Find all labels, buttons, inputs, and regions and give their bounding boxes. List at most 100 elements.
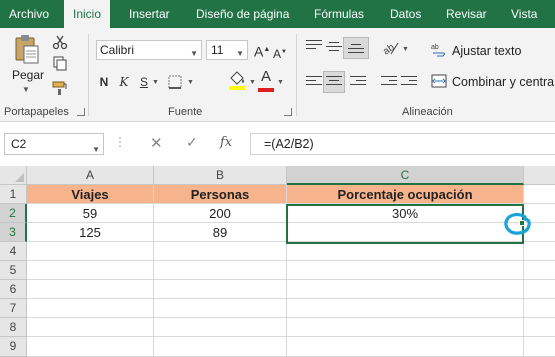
cell-empty[interactable] bbox=[287, 299, 524, 318]
group-label-alineacion: Alineación bbox=[402, 106, 453, 118]
cell-empty[interactable] bbox=[287, 242, 524, 261]
cell-empty[interactable] bbox=[524, 223, 555, 242]
paste-dropdown-icon[interactable]: ▼ bbox=[22, 85, 30, 94]
cell-empty[interactable] bbox=[287, 318, 524, 337]
orientation-dropdown-icon[interactable]: ▼ bbox=[402, 46, 409, 53]
format-painter-icon[interactable] bbox=[52, 80, 68, 96]
tab-datos[interactable]: Datos bbox=[390, 0, 421, 28]
align-right-icon[interactable] bbox=[350, 76, 366, 90]
cell-empty[interactable] bbox=[287, 261, 524, 280]
align-top-icon[interactable] bbox=[306, 40, 322, 54]
cell-empty[interactable] bbox=[524, 318, 555, 337]
wrap-text-icon[interactable]: ab bbox=[431, 42, 447, 58]
cell-empty[interactable] bbox=[27, 261, 154, 280]
cell-b1[interactable]: Personas bbox=[154, 185, 287, 204]
font-color-button[interactable]: A bbox=[259, 68, 273, 86]
cell-c2[interactable]: 30% bbox=[287, 204, 524, 223]
merge-center-icon[interactable] bbox=[431, 73, 447, 89]
cell-empty[interactable] bbox=[524, 337, 555, 357]
tab-revisar[interactable]: Revisar bbox=[446, 0, 487, 28]
underline-dropdown-icon[interactable]: ▼ bbox=[152, 79, 159, 86]
cell-empty[interactable] bbox=[154, 318, 287, 337]
bold-button[interactable]: N bbox=[97, 73, 111, 91]
underline-button[interactable]: S bbox=[137, 73, 151, 91]
decrease-indent-icon[interactable] bbox=[381, 76, 397, 90]
font-size-select[interactable]: 11 ▼ bbox=[206, 40, 248, 60]
column-header-a[interactable]: A bbox=[27, 166, 154, 185]
cell-empty[interactable] bbox=[27, 337, 154, 357]
increase-font-size-button[interactable]: A▲ bbox=[254, 41, 270, 60]
font-name-select[interactable]: Calibri ▼ bbox=[96, 40, 202, 60]
enter-icon[interactable]: ✓ bbox=[186, 134, 198, 151]
row-header-1[interactable]: 1 bbox=[0, 185, 27, 204]
cell-a3[interactable]: 125 bbox=[27, 223, 154, 242]
cell-empty[interactable] bbox=[27, 299, 154, 318]
cell-empty[interactable] bbox=[154, 299, 287, 318]
row-header-4[interactable]: 4 bbox=[0, 242, 27, 261]
font-launcher-icon[interactable] bbox=[284, 108, 292, 116]
decrease-font-size-button[interactable]: A▼ bbox=[273, 43, 287, 61]
cell-a1[interactable]: Viajes bbox=[27, 185, 154, 204]
tab-archivo[interactable]: Archivo bbox=[9, 0, 49, 28]
cell-empty[interactable] bbox=[287, 280, 524, 299]
column-header-d[interactable] bbox=[524, 166, 555, 185]
tab-formulas[interactable]: Fórmulas bbox=[314, 0, 364, 28]
copy-icon[interactable] bbox=[52, 56, 68, 72]
cell-empty[interactable] bbox=[524, 280, 555, 299]
insert-function-button[interactable]: fx bbox=[220, 135, 232, 150]
fill-color-icon[interactable] bbox=[228, 70, 245, 90]
cell-empty[interactable] bbox=[524, 299, 555, 318]
cell-empty[interactable] bbox=[154, 337, 287, 357]
fill-color-dropdown-icon[interactable]: ▼ bbox=[249, 79, 256, 86]
tab-inicio[interactable]: Inicio bbox=[64, 0, 111, 29]
cell-b2[interactable]: 200 bbox=[154, 204, 287, 223]
clipboard-launcher-icon[interactable] bbox=[77, 108, 85, 116]
borders-icon[interactable] bbox=[167, 74, 183, 90]
cell-c3[interactable] bbox=[287, 223, 524, 242]
cell-empty[interactable] bbox=[287, 337, 524, 357]
row-header-9[interactable]: 9 bbox=[0, 337, 27, 357]
name-box[interactable]: C2 ▼ bbox=[4, 133, 104, 155]
select-all-button[interactable] bbox=[0, 166, 27, 185]
row-header-2[interactable]: 2 bbox=[0, 204, 27, 223]
italic-button[interactable]: K bbox=[117, 73, 131, 91]
cell-empty[interactable] bbox=[154, 261, 287, 280]
cell-empty[interactable] bbox=[27, 242, 154, 261]
cell-b3[interactable]: 89 bbox=[154, 223, 287, 242]
align-middle-icon[interactable] bbox=[326, 42, 342, 56]
paste-button-label[interactable]: Pegar bbox=[12, 68, 44, 82]
column-header-b[interactable]: B bbox=[154, 166, 287, 185]
cell-empty[interactable] bbox=[27, 280, 154, 299]
increase-indent-icon[interactable] bbox=[401, 76, 417, 90]
column-header-c[interactable]: C bbox=[287, 166, 524, 185]
row-header-8[interactable]: 8 bbox=[0, 318, 27, 337]
shrink-font-icon: A bbox=[273, 47, 282, 61]
row-header-5[interactable]: 5 bbox=[0, 261, 27, 280]
cut-icon[interactable] bbox=[52, 34, 68, 50]
cell-empty[interactable] bbox=[524, 185, 555, 204]
font-color-dropdown-icon[interactable]: ▼ bbox=[277, 79, 284, 86]
tab-diseno-de-pagina[interactable]: Diseño de página bbox=[196, 0, 289, 28]
borders-dropdown-icon[interactable]: ▼ bbox=[187, 79, 194, 86]
tab-insertar[interactable]: Insertar bbox=[129, 0, 170, 28]
paste-icon[interactable] bbox=[14, 34, 40, 64]
formula-input[interactable]: =(A2/B2) bbox=[250, 133, 555, 155]
cell-empty[interactable] bbox=[524, 242, 555, 261]
cell-a2[interactable]: 59 bbox=[27, 204, 154, 223]
wrap-text-button[interactable]: Ajustar texto bbox=[452, 44, 521, 58]
cancel-icon[interactable]: ✕ bbox=[150, 134, 163, 152]
merge-center-button[interactable]: Combinar y centrar bbox=[452, 75, 555, 89]
cell-empty[interactable] bbox=[27, 318, 154, 337]
cell-empty[interactable] bbox=[154, 242, 287, 261]
row-header-3[interactable]: 3 bbox=[0, 223, 27, 242]
tab-vista[interactable]: Vista bbox=[511, 0, 537, 28]
align-left-icon[interactable] bbox=[306, 76, 322, 90]
row-header-6[interactable]: 6 bbox=[0, 280, 27, 299]
cell-empty[interactable] bbox=[154, 280, 287, 299]
row-header-7[interactable]: 7 bbox=[0, 299, 27, 318]
cell-empty[interactable] bbox=[524, 204, 555, 223]
cell-c1[interactable]: Porcentaje ocupación bbox=[287, 185, 524, 204]
orientation-icon[interactable]: ab bbox=[381, 40, 399, 57]
cell-empty[interactable] bbox=[524, 261, 555, 280]
fill-handle[interactable] bbox=[519, 220, 525, 226]
